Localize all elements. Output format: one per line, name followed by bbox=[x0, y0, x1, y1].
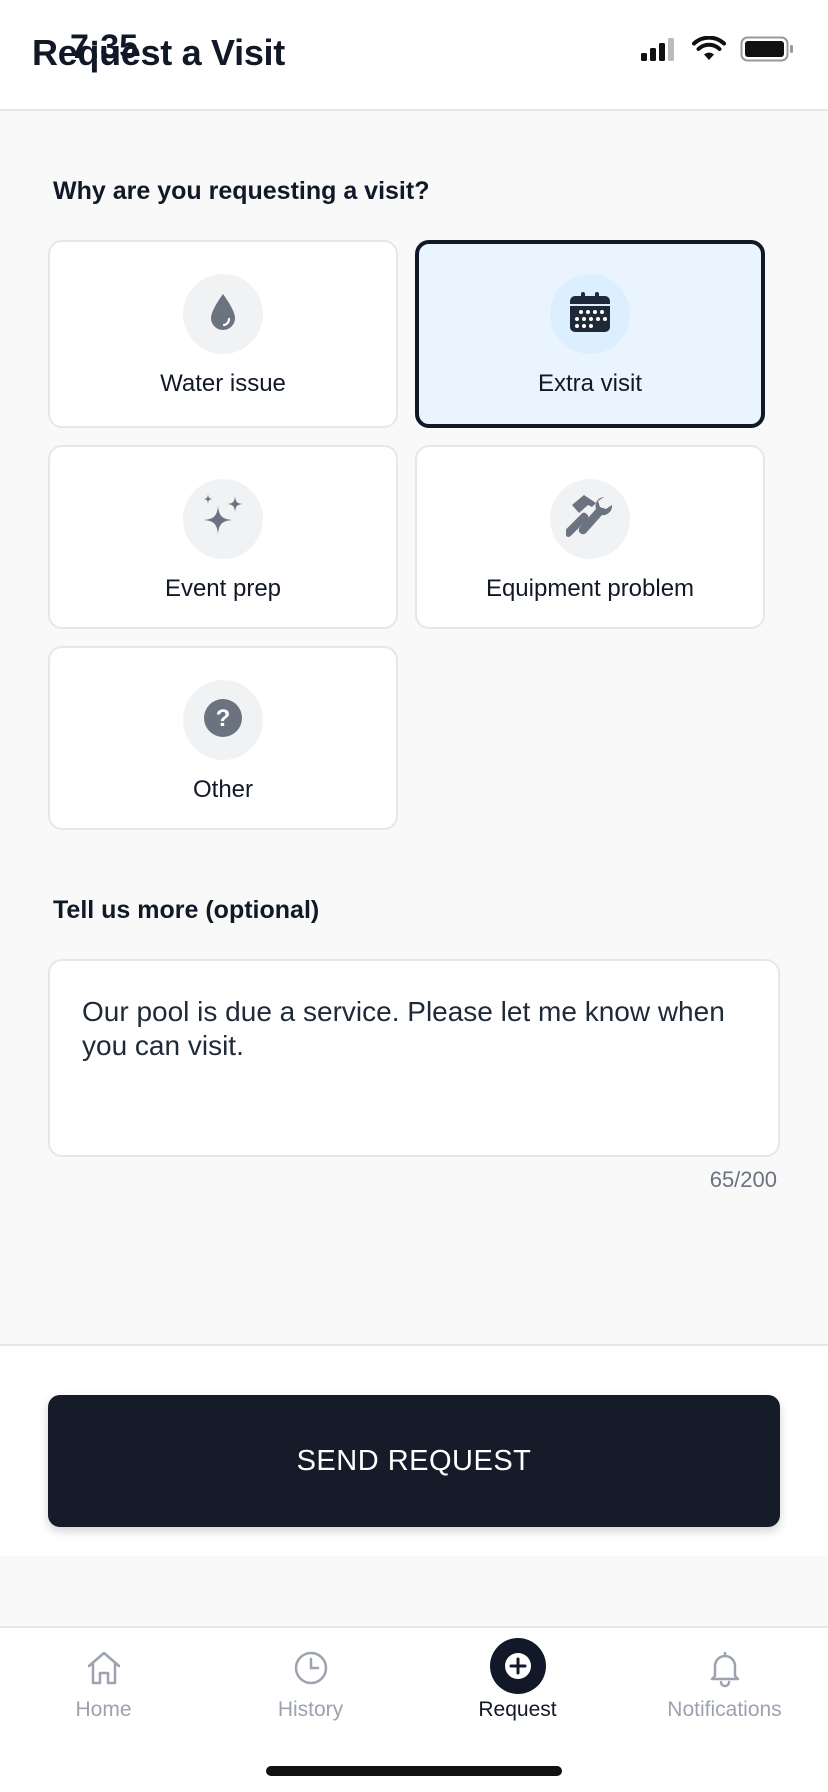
send-request-button[interactable]: SEND REQUEST bbox=[48, 1395, 780, 1527]
reason-option-label: Extra visit bbox=[537, 370, 642, 397]
water-drop-icon bbox=[208, 292, 238, 337]
home-icon bbox=[84, 1646, 124, 1690]
calendar-icon-circle bbox=[550, 274, 630, 354]
battery-icon bbox=[740, 36, 794, 62]
reason-option-event-prep[interactable]: Event prep bbox=[48, 445, 398, 629]
details-label: Tell us more (optional) bbox=[53, 896, 320, 924]
question-icon: ? bbox=[203, 698, 243, 743]
plus-circle-icon bbox=[489, 1638, 546, 1694]
details-textarea[interactable]: Our pool is due a service. Please let me… bbox=[48, 959, 780, 1157]
calendar-icon bbox=[569, 291, 611, 338]
tab-history[interactable]: History bbox=[207, 1628, 414, 1738]
reason-option-label: Other bbox=[192, 776, 254, 803]
reason-option-label: Water issue bbox=[160, 370, 286, 397]
svg-text:?: ? bbox=[216, 705, 231, 732]
tab-label: Request bbox=[478, 1698, 557, 1721]
tab-notifications[interactable]: Notifications bbox=[621, 1628, 828, 1738]
reason-question: Why are you requesting a visit? bbox=[53, 177, 430, 205]
reason-option-other[interactable]: ? Other bbox=[48, 646, 398, 830]
bell-icon bbox=[705, 1646, 745, 1690]
reason-option-label: Equipment problem bbox=[485, 575, 695, 602]
action-area: SEND REQUEST bbox=[0, 1344, 828, 1556]
wifi-icon bbox=[692, 36, 726, 62]
tab-label: Notifications bbox=[667, 1698, 782, 1721]
reason-option-equipment-problem[interactable]: Equipment problem bbox=[415, 445, 765, 629]
tab-label: Home bbox=[75, 1698, 132, 1721]
clock-icon bbox=[291, 1646, 331, 1690]
reason-option-extra-visit[interactable]: Extra visit bbox=[415, 240, 765, 428]
question-icon-circle: ? bbox=[183, 680, 263, 760]
tab-request[interactable]: Request bbox=[414, 1628, 621, 1738]
tools-icon bbox=[564, 493, 614, 546]
tab-home[interactable]: Home bbox=[0, 1628, 207, 1738]
signal-icon bbox=[640, 37, 678, 61]
reason-option-water-issue[interactable]: Water issue bbox=[48, 240, 398, 428]
status-time: 7:35 bbox=[70, 28, 139, 66]
header: Request a Visit 7:35 bbox=[0, 0, 828, 111]
tools-icon-circle bbox=[550, 479, 630, 559]
char-count: 65/200 bbox=[709, 1167, 777, 1192]
sparkles-icon-circle bbox=[183, 479, 263, 559]
status-icons bbox=[640, 36, 794, 62]
tab-label: History bbox=[277, 1698, 344, 1721]
reason-option-label: Event prep bbox=[164, 575, 282, 602]
sparkles-icon bbox=[198, 492, 248, 547]
home-indicator bbox=[266, 1766, 562, 1776]
water-icon-circle bbox=[183, 274, 263, 354]
